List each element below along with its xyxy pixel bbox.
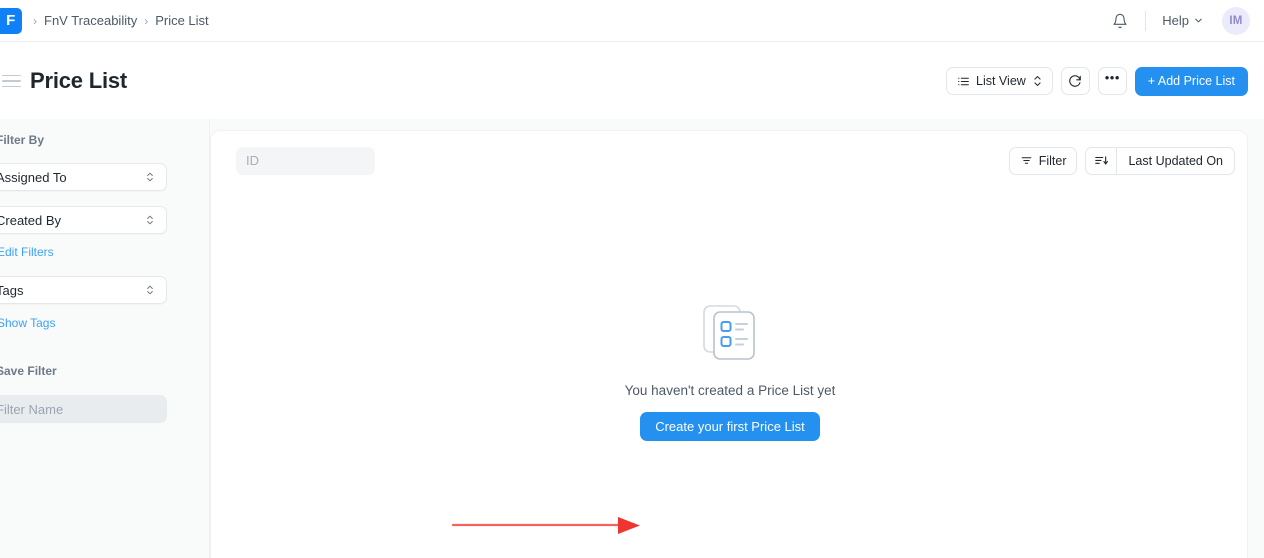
list-view-label: List View xyxy=(976,74,1026,88)
empty-state: You haven't created a Price List yet Cre… xyxy=(211,190,1247,558)
chevron-updown-icon xyxy=(146,172,154,182)
add-price-list-button[interactable]: + Add Price List xyxy=(1134,66,1248,96)
breadcrumb: › FnV Traceability › Price List xyxy=(33,13,209,28)
refresh-button[interactable] xyxy=(1060,67,1090,95)
help-label: Help xyxy=(1162,13,1189,28)
help-menu-button[interactable]: Help xyxy=(1156,9,1210,32)
list-toolbar-right: Filter Last Updated On xyxy=(1008,146,1235,175)
sidebar-filter-created-by-label: Created By xyxy=(0,212,62,228)
page-header: Price List List View ••• + Add Price Lis… xyxy=(0,43,1264,119)
sidebar-filter-created-by[interactable]: Created By xyxy=(0,206,167,234)
chevron-updown-icon xyxy=(146,285,154,295)
user-avatar[interactable]: IM xyxy=(1222,6,1250,35)
filter-name-input[interactable] xyxy=(0,395,167,423)
filter-sidebar: Filter By Assigned To Created By Edit Fi… xyxy=(0,119,210,558)
list-view-switcher-button[interactable]: List View xyxy=(946,67,1053,95)
list-icon xyxy=(958,77,969,85)
breadcrumb-separator-1: › xyxy=(144,13,149,28)
id-search-input[interactable] xyxy=(236,146,375,175)
filter-button-label: Filter xyxy=(1038,153,1067,168)
create-first-price-list-button[interactable]: Create your first Price List xyxy=(640,412,820,441)
navbar-right-group: Help IM xyxy=(1105,0,1250,42)
page-header-actions: List View ••• + Add Price List xyxy=(946,66,1248,96)
breadcrumb-item-price-list[interactable]: Price List xyxy=(155,13,208,28)
show-tags-link[interactable]: Show Tags xyxy=(0,316,55,330)
navbar-divider xyxy=(1145,10,1147,31)
sidebar-filter-tags-label: Tags xyxy=(0,282,24,298)
documents-list-illustration xyxy=(698,301,762,365)
avatar-initials: IM xyxy=(1229,14,1243,27)
notification-bell-icon[interactable] xyxy=(1105,6,1135,36)
logo-letter: F xyxy=(6,12,15,29)
funnel-icon xyxy=(1021,157,1032,164)
page-body: Filter By Assigned To Created By Edit Fi… xyxy=(0,119,1264,558)
sort-control-group: Last Updated On xyxy=(1085,146,1235,175)
chevron-updown-icon xyxy=(146,215,154,225)
list-toolbar: Filter Last Updated On xyxy=(211,131,1247,190)
sort-field-label[interactable]: Last Updated On xyxy=(1117,148,1234,174)
breadcrumb-separator-0: › xyxy=(33,13,37,28)
filter-by-label: Filter By xyxy=(0,133,45,147)
filter-button[interactable]: Filter xyxy=(1008,146,1078,175)
page-title: Price List xyxy=(30,68,128,93)
empty-state-message: You haven't created a Price List yet xyxy=(624,383,836,398)
hamburger-menu-icon[interactable] xyxy=(2,74,22,88)
sidebar-filter-assigned-to-label: Assigned To xyxy=(0,169,67,185)
sort-descending-icon[interactable] xyxy=(1086,147,1118,174)
sidebar-filter-tags[interactable]: Tags xyxy=(0,276,167,304)
list-content-card: Filter Last Updated On xyxy=(210,130,1248,558)
chevron-updown-icon xyxy=(1033,75,1042,87)
refresh-icon xyxy=(1069,75,1082,87)
chevron-down-icon xyxy=(1195,18,1202,23)
save-filter-label: Save Filter xyxy=(0,364,57,378)
more-options-button[interactable]: ••• xyxy=(1097,67,1127,95)
sidebar-filter-assigned-to[interactable]: Assigned To xyxy=(0,163,167,191)
edit-filters-link[interactable]: Edit Filters xyxy=(0,245,54,259)
breadcrumb-item-fnv-traceability[interactable]: FnV Traceability xyxy=(44,13,137,28)
frappe-logo[interactable]: F xyxy=(0,7,22,34)
top-navbar: F › FnV Traceability › Price List Help I… xyxy=(0,0,1264,42)
